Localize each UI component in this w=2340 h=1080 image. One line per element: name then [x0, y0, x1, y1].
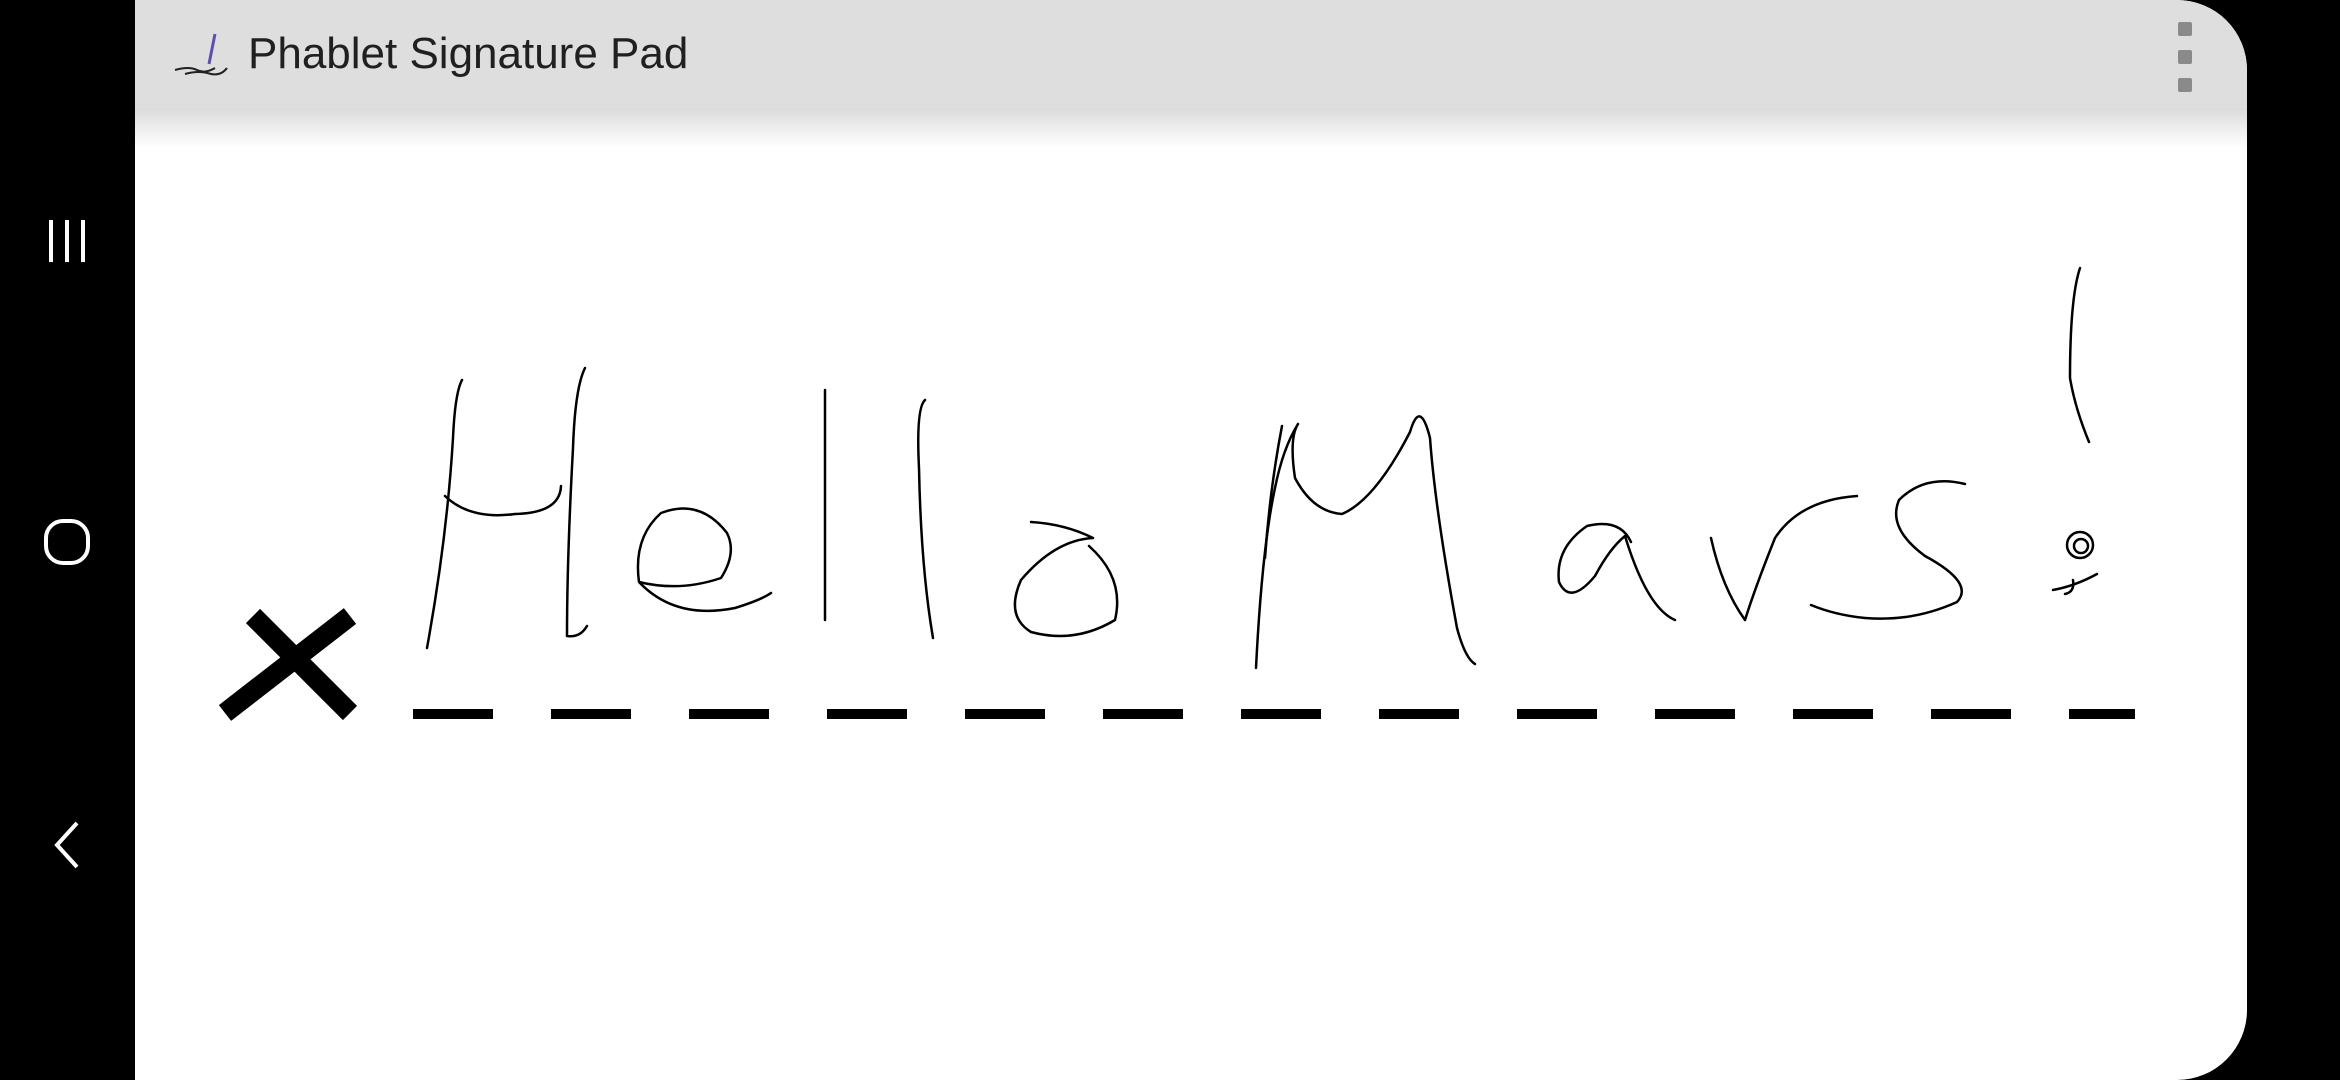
overflow-menu-icon	[2178, 22, 2192, 36]
signature-drawing	[218, 266, 2135, 721]
app-title: Phablet Signature Pad	[248, 29, 689, 78]
overflow-menu-button[interactable]	[2165, 22, 2205, 92]
back-icon	[54, 821, 79, 869]
action-bar: Phablet Signature Pad	[135, 0, 2247, 108]
recents-icon	[49, 220, 85, 262]
handwritten-signature	[425, 266, 2099, 670]
signature-canvas[interactable]	[135, 108, 2247, 1080]
overflow-menu-dot	[2178, 50, 2192, 64]
home-icon	[44, 519, 90, 565]
x-mark-icon	[218, 608, 358, 721]
app-window: Phablet Signature Pad	[135, 0, 2247, 1080]
home-button[interactable]	[17, 492, 117, 592]
recents-button[interactable]	[17, 190, 117, 290]
back-button[interactable]	[17, 795, 117, 895]
pen-signature-icon	[174, 33, 228, 76]
overflow-menu-dot	[2178, 78, 2192, 92]
system-navigation-bar	[0, 0, 135, 1080]
